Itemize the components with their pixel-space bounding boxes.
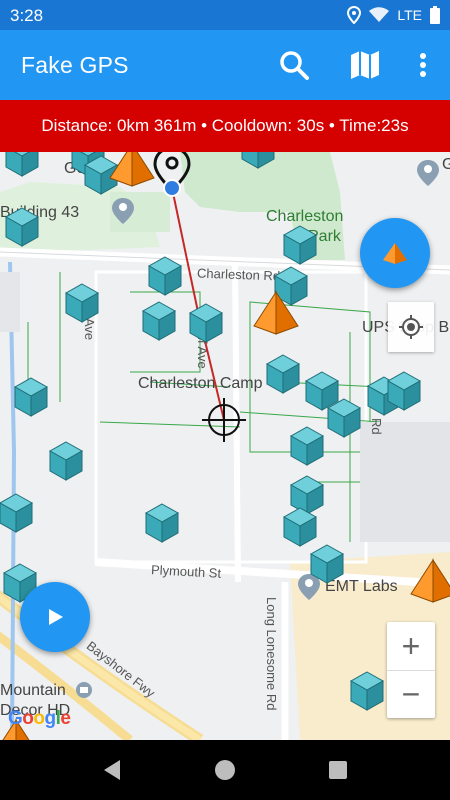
poi-pin (112, 198, 134, 224)
search-button[interactable] (274, 45, 314, 85)
pokestop-cube (283, 507, 317, 547)
pokestop-cube (290, 426, 324, 466)
my-location-button[interactable] (388, 302, 434, 352)
location-icon (347, 6, 362, 24)
recents-icon (329, 761, 347, 779)
pokestop-cube (5, 207, 39, 247)
pyramid-icon (383, 243, 407, 264)
pokestop-cube (241, 152, 275, 169)
pokestop-cube (266, 354, 300, 394)
gym-pyramid (109, 152, 155, 187)
map-icon (351, 51, 379, 79)
pokestop-cube (189, 303, 223, 343)
my-location-icon (399, 315, 423, 339)
pokestop-cube (65, 283, 99, 323)
map-button[interactable] (345, 45, 385, 85)
zoom-out-button[interactable]: − (387, 670, 435, 718)
pokestop-cube (148, 256, 182, 296)
app-bar: Fake GPS (0, 30, 450, 100)
poi-pin (417, 160, 439, 186)
pokestop-cube (0, 493, 33, 533)
overflow-menu-button[interactable] (403, 45, 443, 85)
battery-icon (430, 6, 440, 24)
pokestop-cube (142, 301, 176, 341)
system-nav-bar (0, 740, 450, 800)
pokestop-cube (290, 475, 324, 515)
status-time: 3:28 (10, 6, 44, 25)
home-icon (215, 760, 235, 780)
google-attribution: Google (8, 708, 71, 729)
zoom-in-button[interactable]: + (387, 622, 435, 671)
pokestop-cube (49, 441, 83, 481)
pokestop-cube (327, 398, 361, 438)
pokestop-cube (305, 371, 339, 411)
poi-pin (298, 574, 320, 600)
wifi-icon (369, 7, 390, 22)
map-view[interactable]: Building 43 Goo G Charleston Park Charle… (0, 152, 450, 740)
info-banner-text: Distance: 0km 361m • Cooldown: 30s • Tim… (41, 116, 409, 135)
info-banner: Distance: 0km 361m • Cooldown: 30s • Tim… (0, 100, 450, 152)
pokestop-cube (5, 152, 39, 177)
app-title: Fake GPS (21, 52, 129, 78)
nav-home-button[interactable] (205, 750, 245, 790)
crosshair-marker (202, 398, 246, 442)
play-icon (49, 609, 63, 625)
more-vert-icon (420, 53, 426, 77)
play-fab[interactable] (20, 582, 90, 652)
status-bar: 3:28 LTE (0, 0, 450, 30)
pokestop-cube (283, 225, 317, 265)
back-icon (104, 760, 120, 780)
nav-recents-button[interactable] (318, 750, 358, 790)
network-type: LTE (397, 7, 422, 23)
gym-filter-fab[interactable] (360, 218, 430, 288)
pokestop-cube (14, 377, 48, 417)
pokestop-cube (350, 671, 384, 711)
zoom-controls: + − (387, 622, 435, 718)
target-marker (153, 152, 191, 197)
gym-pyramid (410, 559, 450, 603)
search-icon (280, 51, 309, 80)
nav-back-button[interactable] (92, 750, 132, 790)
status-icons: LTE (347, 6, 440, 24)
pokestop-cube (145, 503, 179, 543)
